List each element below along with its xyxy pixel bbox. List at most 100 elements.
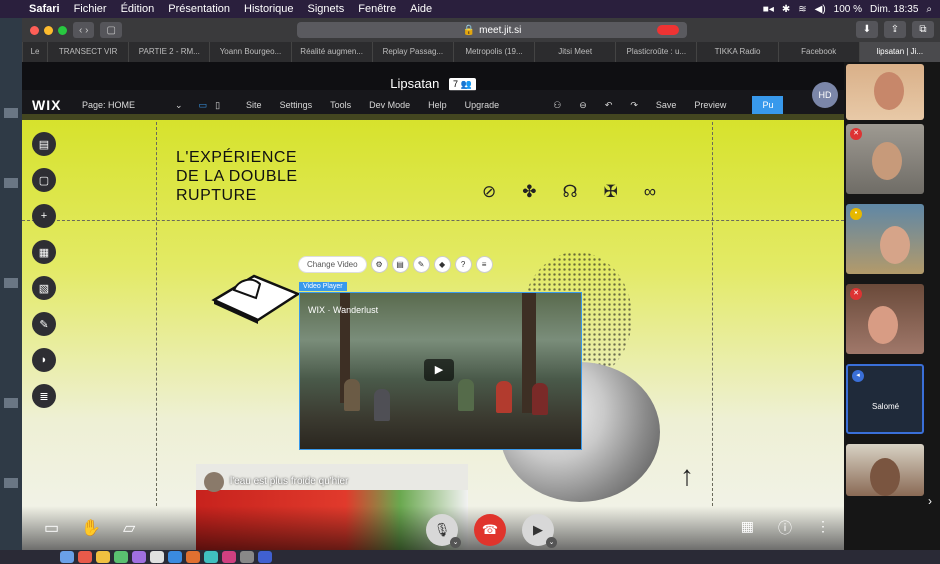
- bluetooth-icon[interactable]: ✱: [782, 4, 790, 15]
- wix-menu-dev-mode[interactable]: Dev Mode: [369, 100, 410, 110]
- redo-icon[interactable]: ↷: [630, 100, 638, 111]
- sidebar-toggle-icon[interactable]: ▢: [100, 22, 122, 38]
- tile-view-icon[interactable]: ▦: [741, 518, 754, 538]
- more-options-icon[interactable]: ≡: [475, 256, 493, 273]
- menu-signets[interactable]: Signets: [301, 3, 352, 15]
- add-element-icon[interactable]: +: [32, 204, 56, 228]
- menu-presentation[interactable]: Présentation: [161, 3, 237, 15]
- menu-edition[interactable]: Édition: [114, 3, 162, 15]
- dock-app-icon[interactable]: [240, 551, 254, 563]
- settings-gear-icon[interactable]: ⚙: [370, 256, 388, 273]
- microphone-mute-button[interactable]: 🎙 ⌄: [426, 514, 461, 548]
- undo-icon[interactable]: ↶: [605, 100, 613, 111]
- chat-icon[interactable]: ▱: [123, 518, 135, 538]
- volume-icon[interactable]: ◀): [815, 4, 826, 15]
- wix-menu-settings[interactable]: Settings: [280, 100, 313, 110]
- animation-icon[interactable]: ◆: [433, 256, 451, 273]
- address-bar[interactable]: 🔒 meet.jit.si: [297, 22, 687, 38]
- layout-icon[interactable]: ▤: [391, 256, 409, 273]
- add-apps-icon[interactable]: ▦: [32, 240, 56, 264]
- tab-6[interactable]: Replay Passag...: [371, 42, 453, 62]
- wifi-icon[interactable]: ≋: [798, 4, 806, 15]
- chevron-down-icon[interactable]: ⌄: [450, 537, 461, 548]
- clock[interactable]: Dim. 18:35: [870, 4, 918, 15]
- participant-thumbnail[interactable]: •: [846, 204, 924, 274]
- dock-app-icon[interactable]: [168, 551, 182, 563]
- background-icon[interactable]: ▢: [32, 168, 56, 192]
- participant-thumbnail[interactable]: ✕: [846, 124, 924, 194]
- tab-9[interactable]: Plasticroûte : u...: [615, 42, 696, 62]
- tab-2[interactable]: TRANSECT VIR: [47, 42, 128, 62]
- wix-save-button[interactable]: Save: [656, 100, 677, 110]
- desktop-view-icon[interactable]: ▭: [199, 100, 208, 111]
- share-icon[interactable]: ⇪: [884, 21, 906, 38]
- back-forward-buttons[interactable]: ‹ ›: [73, 22, 95, 38]
- ascend-icon[interactable]: ◗: [32, 348, 56, 372]
- book-illustration[interactable]: [208, 270, 302, 326]
- dock-app-icon[interactable]: [204, 551, 218, 563]
- mobile-view-icon[interactable]: ▯: [215, 100, 220, 111]
- info-icon[interactable]: ⓘ: [778, 518, 792, 538]
- wix-menu-tools[interactable]: Tools: [330, 100, 351, 110]
- menu-fenetre[interactable]: Fenêtre: [351, 3, 403, 15]
- camera-status-icon[interactable]: ■◂: [763, 4, 774, 15]
- tabs-overview-icon[interactable]: ⧉: [912, 21, 934, 38]
- tab-8[interactable]: Jitsi Meet: [534, 42, 615, 62]
- spotlight-search-icon[interactable]: ⌕: [926, 4, 932, 15]
- page-headline[interactable]: L'EXPÉRIENCE DE LA DOUBLE RUPTURE: [176, 148, 298, 205]
- wix-publish-button[interactable]: Pu: [752, 96, 784, 114]
- tab-1[interactable]: Le: [22, 42, 47, 62]
- tab-7[interactable]: Metropolis (19...: [452, 42, 534, 62]
- help-icon[interactable]: ?: [454, 256, 472, 273]
- wix-preview-button[interactable]: Preview: [694, 100, 726, 110]
- dock-app-icon[interactable]: [96, 551, 110, 563]
- blog-icon[interactable]: ✎: [32, 312, 56, 336]
- download-icon[interactable]: ⬇: [856, 21, 878, 38]
- invite-icon[interactable]: ⚇: [553, 100, 561, 111]
- menu-fichier[interactable]: Fichier: [67, 3, 114, 15]
- close-window-icon[interactable]: [30, 25, 39, 35]
- menus-pages-icon[interactable]: ▤: [32, 132, 56, 156]
- tab-5[interactable]: Réalité augmen...: [290, 42, 372, 62]
- design-pen-icon[interactable]: ✎: [412, 256, 430, 273]
- chevron-down-icon[interactable]: ⌄: [546, 537, 557, 548]
- zoom-icon[interactable]: ⊖: [579, 100, 587, 111]
- minimize-window-icon[interactable]: [44, 25, 53, 35]
- hangup-button[interactable]: ☎: [474, 514, 506, 546]
- media-icon[interactable]: ▧: [32, 276, 56, 300]
- wix-menu-upgrade[interactable]: Upgrade: [465, 100, 500, 110]
- play-icon[interactable]: ▶: [424, 359, 454, 381]
- creature-icon[interactable]: ✤: [522, 182, 536, 202]
- chevron-down-icon[interactable]: ⌄: [175, 100, 183, 111]
- dock-app-icon[interactable]: [78, 551, 92, 563]
- hand-icon[interactable]: ☊: [563, 182, 578, 202]
- participant-thumbnail[interactable]: [846, 444, 924, 496]
- raise-hand-icon[interactable]: ✋: [81, 518, 101, 538]
- more-options-icon[interactable]: ⋮: [816, 518, 830, 538]
- menu-historique[interactable]: Historique: [237, 3, 301, 15]
- menu-app-name[interactable]: Safari: [22, 3, 67, 15]
- dock-app-icon[interactable]: [186, 551, 200, 563]
- screen-share-icon[interactable]: ▭: [44, 518, 59, 538]
- zoom-window-icon[interactable]: [58, 25, 67, 35]
- battery-percent[interactable]: 100 %: [834, 4, 862, 15]
- dock-app-icon[interactable]: [150, 551, 164, 563]
- camera-button[interactable]: ▶ ⌄: [522, 514, 557, 548]
- tab-4[interactable]: Yoann Bourgeo...: [209, 42, 290, 62]
- change-video-button[interactable]: Change Video: [298, 256, 367, 273]
- chevron-right-icon[interactable]: ›: [928, 494, 932, 508]
- fish-icon[interactable]: ⊘: [482, 182, 496, 202]
- dock-app-icon[interactable]: [60, 551, 74, 563]
- arrow-up-icon[interactable]: ↑: [680, 460, 694, 492]
- participant-thumbnail[interactable]: [846, 64, 924, 120]
- tab-10[interactable]: TIKKA Radio: [696, 42, 777, 62]
- dock-app-icon[interactable]: [258, 551, 272, 563]
- wix-menu-site[interactable]: Site: [246, 100, 262, 110]
- tab-11[interactable]: Facebook: [777, 42, 859, 62]
- database-icon[interactable]: ≣: [32, 384, 56, 408]
- dock-app-icon[interactable]: [132, 551, 146, 563]
- avatar[interactable]: HD: [812, 82, 838, 108]
- tab-3[interactable]: PARTIE 2 - RM...: [128, 42, 209, 62]
- menu-aide[interactable]: Aide: [403, 3, 439, 15]
- dock-app-icon[interactable]: [114, 551, 128, 563]
